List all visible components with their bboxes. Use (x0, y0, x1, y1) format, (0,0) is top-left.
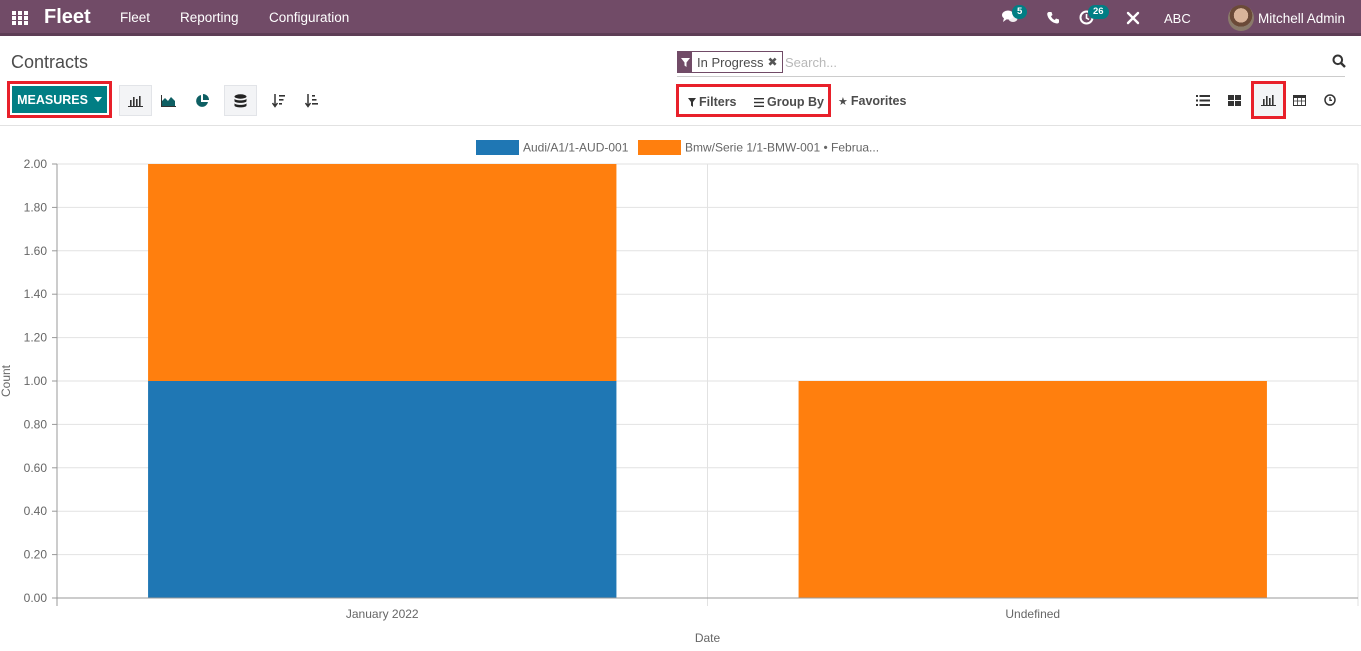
activity-view-icon (1324, 94, 1336, 106)
database-stack-icon (234, 93, 247, 107)
stacked-toggle-button[interactable] (224, 85, 257, 116)
facet-label: In Progress (697, 54, 764, 70)
x-tick-label: Undefined (1005, 607, 1060, 621)
bar-chart-icon (128, 95, 143, 107)
top-navbar: Fleet Fleet Reporting Configuration 5 26… (0, 0, 1361, 36)
menu-reporting[interactable]: Reporting (180, 10, 239, 25)
filter-icon (688, 97, 696, 107)
caret-down-icon (93, 97, 102, 102)
graph-view-button[interactable] (1254, 86, 1282, 114)
chart-legend: Audi/A1/1-AUD-001 Bmw/Serie 1/1-BMW-001 •… (476, 140, 879, 155)
y-tick-label: 2.00 (24, 157, 48, 171)
pie-chart-button[interactable] (185, 85, 218, 116)
page-title: Contracts (11, 52, 89, 72)
pie-chart-icon (195, 93, 209, 107)
graph-chart: 0.00 0.20 0.40 0.60 0.80 1.00 1.20 1.40 1.60 1.80… (0, 140, 1359, 645)
apps-grid-icon[interactable] (12, 11, 28, 25)
activities-badge: 26 (1088, 5, 1109, 19)
group-by-label: Group By (767, 95, 824, 109)
sort-ascending-button[interactable] (295, 85, 328, 116)
filters-button[interactable]: Filters (688, 95, 737, 109)
search-input[interactable] (785, 53, 1305, 71)
sort-descending-icon (271, 93, 285, 108)
line-chart-button[interactable] (152, 85, 185, 116)
group-by-button[interactable]: Group By (754, 95, 824, 109)
star-icon: ★ (838, 95, 848, 108)
pivot-view-button[interactable] (1285, 86, 1313, 114)
app-brand[interactable]: Fleet (44, 6, 91, 29)
y-tick-label: 1.00 (24, 374, 48, 388)
y-tick-label: 0.20 (24, 548, 48, 562)
kanban-view-icon (1227, 94, 1241, 106)
bar-series-1[interactable] (148, 381, 617, 598)
legend-swatch[interactable] (476, 140, 519, 155)
y-tick-label: 0.40 (24, 504, 48, 518)
line-chart-icon (161, 94, 176, 107)
y-tick-label: 0.00 (24, 591, 48, 605)
y-tick-label: 1.60 (24, 244, 48, 258)
messages-badge: 5 (1012, 5, 1028, 19)
sort-ascending-icon (304, 93, 318, 108)
filter-icon (678, 52, 692, 72)
list-view-button[interactable] (1189, 86, 1217, 114)
user-menu[interactable]: Mitchell Admin (1258, 0, 1345, 36)
y-tick-label: 1.40 (24, 287, 48, 301)
measures-highlight: MEASURES (7, 81, 112, 118)
y-axis-label: Count (0, 364, 13, 397)
pivot-view-icon (1292, 94, 1306, 106)
bar-chart-button[interactable] (119, 85, 152, 116)
activity-view-button[interactable] (1316, 86, 1344, 114)
legend-label[interactable]: Bmw/Serie 1/1-BMW-001 • Februa... (685, 141, 879, 155)
company-switcher[interactable]: ABC (1164, 0, 1191, 36)
legend-swatch[interactable] (638, 140, 681, 155)
y-tick-label: 0.80 (24, 417, 48, 431)
measures-label: MEASURES (17, 92, 88, 107)
graph-view-icon (1260, 95, 1276, 106)
remove-facet-icon[interactable]: ✖ (767, 55, 781, 69)
search-bar: In Progress ✖ (677, 51, 1345, 77)
bars-icon (754, 97, 764, 107)
kanban-view-button[interactable] (1220, 86, 1248, 114)
user-avatar[interactable] (1228, 5, 1254, 31)
y-tick-label: 1.20 (24, 331, 48, 345)
favorites-button[interactable]: ★ Favorites (838, 94, 906, 108)
search-icon[interactable] (1332, 54, 1346, 68)
measures-button[interactable]: MEASURES (12, 86, 107, 113)
search-facet[interactable]: In Progress ✖ (677, 51, 783, 73)
filters-groupby-highlight: Filters Group By (676, 84, 831, 117)
menu-fleet[interactable]: Fleet (120, 10, 150, 25)
filters-label: Filters (699, 95, 737, 109)
bar-series-2[interactable] (798, 381, 1267, 598)
bar-series-2[interactable] (148, 164, 617, 381)
y-tick-label: 0.60 (24, 461, 48, 475)
sort-descending-button[interactable] (262, 85, 295, 116)
legend-label[interactable]: Audi/A1/1-AUD-001 (523, 141, 629, 155)
list-view-icon (1196, 94, 1210, 106)
y-tick-label: 1.80 (24, 200, 48, 214)
phone-button[interactable] (1047, 11, 1059, 29)
tools-icon (1126, 11, 1140, 25)
x-axis-label: Date (695, 631, 721, 645)
menu-configuration[interactable]: Configuration (269, 10, 349, 25)
debug-tools-button[interactable] (1126, 11, 1140, 30)
favorites-label: Favorites (850, 94, 907, 108)
phone-icon (1047, 12, 1059, 24)
x-tick-label: January 2022 (346, 607, 419, 621)
